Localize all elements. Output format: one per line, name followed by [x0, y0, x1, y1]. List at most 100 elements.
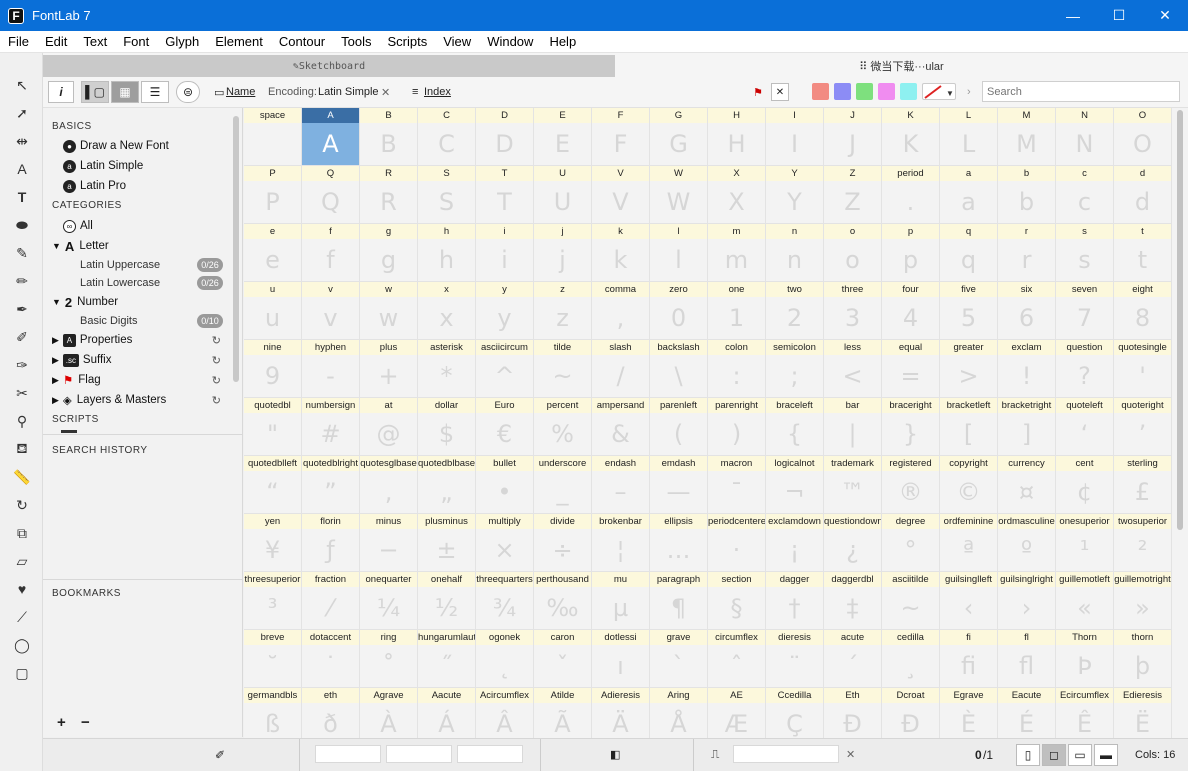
ruler-tool-icon[interactable]: 📏	[12, 467, 32, 487]
glyph-cell[interactable]: twosuperior ²	[1114, 514, 1172, 572]
scale-tool-icon[interactable]: ⧉	[12, 523, 32, 543]
glyph-cell[interactable]: parenright)	[708, 398, 766, 456]
glyph-cell[interactable]: onesuperior ¹	[1056, 514, 1114, 572]
glyph-cell[interactable]: breve ˘	[244, 630, 302, 688]
menu-text[interactable]: Text	[75, 34, 115, 49]
menu-scripts[interactable]: Scripts	[380, 34, 436, 49]
glyph-cell[interactable]: quotedblleft “	[244, 456, 302, 514]
heart-shape-icon[interactable]: ♥	[12, 579, 32, 599]
slant-tool-icon[interactable]: ▱	[12, 551, 32, 571]
glyph-cell[interactable]: Edieresis Ë	[1114, 688, 1172, 738]
clear-icon[interactable]: ✕	[846, 748, 855, 761]
glyph-cell[interactable]: exclam!	[998, 340, 1056, 398]
glyph-cell[interactable]: Eacute É	[998, 688, 1056, 738]
glyph-cell[interactable]: currency ¤	[998, 456, 1056, 514]
glyph-cell[interactable]: Ecircumflex Ê	[1056, 688, 1114, 738]
glyph-cell[interactable]: underscore _	[534, 456, 592, 514]
glyph-cell[interactable]: question?	[1056, 340, 1114, 398]
glyph-cell[interactable]: section §	[708, 572, 766, 630]
glyph-cell[interactable]: ww	[360, 282, 418, 340]
glyph-cell[interactable]: tt	[1114, 224, 1172, 282]
eraser-tool-icon[interactable]: ⬬	[12, 215, 32, 235]
glyph-cell[interactable]: dotlessi ı	[592, 630, 650, 688]
glyph-edit-icon[interactable]: ✐	[215, 748, 225, 762]
glyph-cell[interactable]: Atilde Ã	[534, 688, 592, 738]
glyph-cell[interactable]: kk	[592, 224, 650, 282]
glyph-cell[interactable]: uu	[244, 282, 302, 340]
glyph-cell[interactable]: braceright}	[882, 398, 940, 456]
grid-scrollbar-thumb[interactable]	[1177, 110, 1183, 530]
glyph-cell[interactable]: Agrave À	[360, 688, 418, 738]
glyph-cell[interactable]: aa	[940, 166, 998, 224]
refresh-icon[interactable]: ↻	[212, 394, 221, 407]
glyph-cell[interactable]: macron ¯	[708, 456, 766, 514]
glyph-cell[interactable]: six 6	[998, 282, 1056, 340]
menu-view[interactable]: View	[435, 34, 479, 49]
glyph-cell[interactable]: daggerdbl ‡	[824, 572, 882, 630]
glyph-cell[interactable]: cent ¢	[1056, 456, 1114, 514]
cell-size-wide-icon[interactable]: ▬	[1094, 744, 1118, 766]
glyph-cell[interactable]: guillemotleft «	[1056, 572, 1114, 630]
glyph-cell[interactable]: ampersand &	[592, 398, 650, 456]
glyph-cell[interactable]: minus −	[360, 514, 418, 572]
kerning-icon[interactable]: ◧	[610, 748, 620, 761]
refresh-icon[interactable]: ↻	[212, 374, 221, 387]
glyph-cell[interactable]: Egrave È	[940, 688, 998, 738]
glyph-cell[interactable]: quoteleft ‘	[1056, 398, 1114, 456]
glyph-cell[interactable]: zero 0	[650, 282, 708, 340]
sidebar-item-latin-lowercase[interactable]: Latin Lowercase 0/26	[80, 274, 243, 292]
glyph-cell[interactable]: numbersign #	[302, 398, 360, 456]
scissors-tool-icon[interactable]: ✂	[12, 383, 32, 403]
glyph-cell[interactable]: hungarumlaut ˝	[418, 630, 476, 688]
contour-tool-icon[interactable]: ➚	[12, 103, 32, 123]
glyph-cell[interactable]: quotedbl "	[244, 398, 302, 456]
flag-icon[interactable]: ⚑	[753, 86, 763, 99]
glyph-cell[interactable]: plus +	[360, 340, 418, 398]
glyph-cell[interactable]: two 2	[766, 282, 824, 340]
flag-color-red[interactable]	[812, 83, 829, 100]
glyph-cell[interactable]: emdash —	[650, 456, 708, 514]
glyph-cell[interactable]: guillemotright»	[1114, 572, 1172, 630]
glyph-cell[interactable]: multiply ×	[476, 514, 534, 572]
glyph-search-field[interactable]	[733, 745, 839, 763]
glyph-cell[interactable]: Adieresis Ä	[592, 688, 650, 738]
glyph-cell[interactable]: JJ	[824, 108, 882, 166]
cell-size-medium-icon[interactable]: ◻	[1042, 744, 1066, 766]
glyph-cell[interactable]: grave `	[650, 630, 708, 688]
glyph-cell[interactable]: periodcentered·	[708, 514, 766, 572]
glyph-cell[interactable]: fl fl	[998, 630, 1056, 688]
glyph-cell[interactable]: plusminus ±	[418, 514, 476, 572]
glyph-cell[interactable]: RR	[360, 166, 418, 224]
menu-help[interactable]: Help	[541, 34, 584, 49]
sidebar-item-properties[interactable]: ▶ A Properties ↻	[52, 331, 243, 349]
glyph-cell[interactable]: germandbls ß	[244, 688, 302, 738]
glyph-cell[interactable]: qq	[940, 224, 998, 282]
pointer-tool-icon[interactable]: ↖	[12, 75, 32, 95]
flag-color-blue[interactable]	[834, 83, 851, 100]
glyph-cell[interactable]: Acircumflex Â	[476, 688, 534, 738]
glyph-cell[interactable]: II	[766, 108, 824, 166]
refresh-icon[interactable]: ↻	[212, 334, 221, 347]
sidebar-item-draw-new-font[interactable]: ● Draw a New Font	[63, 137, 169, 155]
glyph-cell[interactable]: fi fi	[940, 630, 998, 688]
glyph-cell[interactable]: PP	[244, 166, 302, 224]
maximize-button[interactable]: ☐	[1096, 0, 1142, 31]
glyph-cell[interactable]: circumflex ˆ	[708, 630, 766, 688]
glyph-cell[interactable]: acute ´	[824, 630, 882, 688]
glyph-cell[interactable]: Aring Å	[650, 688, 708, 738]
info-button[interactable]: i	[48, 81, 74, 103]
glyph-cell[interactable]: NN	[1056, 108, 1114, 166]
brush-tool-icon[interactable]: ✎	[12, 243, 32, 263]
sidebar-item-latin-pro[interactable]: a Latin Pro	[63, 177, 126, 195]
glyph-cell[interactable]: backslash \	[650, 340, 708, 398]
menu-edit[interactable]: Edit	[37, 34, 75, 49]
glyph-cell[interactable]: colon:	[708, 340, 766, 398]
glyph-cell[interactable]: paragraph ¶	[650, 572, 708, 630]
glyph-cell[interactable]: GG	[650, 108, 708, 166]
glyph-cell[interactable]: DD	[476, 108, 534, 166]
glyph-cell[interactable]: slash /	[592, 340, 650, 398]
glyph-cell[interactable]: bracketright]	[998, 398, 1056, 456]
menu-tools[interactable]: Tools	[333, 34, 379, 49]
glyph-cell[interactable]: four 4	[882, 282, 940, 340]
glyph-cell[interactable]: jj	[534, 224, 592, 282]
